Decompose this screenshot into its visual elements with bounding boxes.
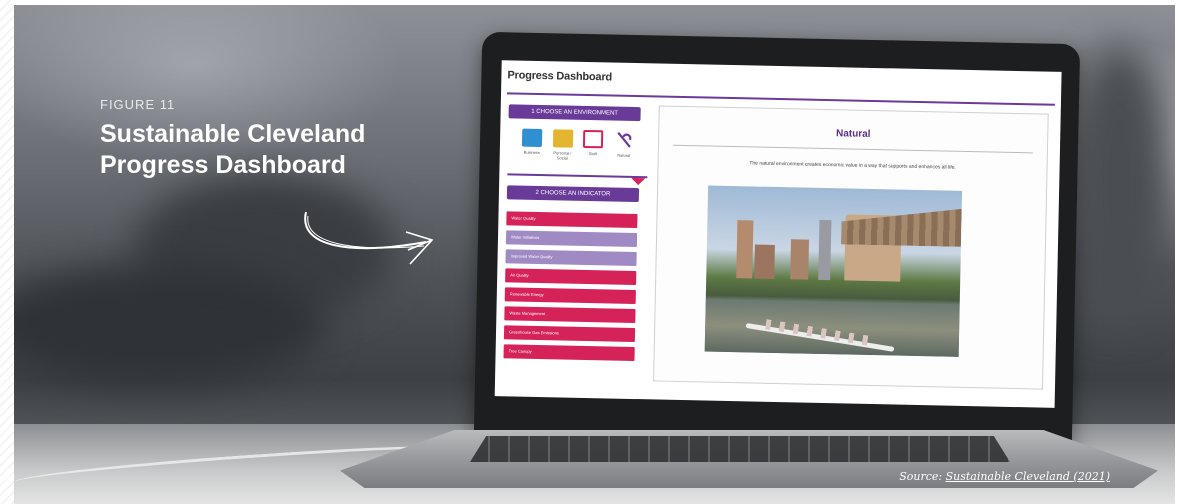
building-icon (583, 129, 604, 149)
cleveland-river-photo (704, 185, 963, 357)
step2-header: 2 CHOOSE AN INDICATOR (506, 185, 640, 203)
step1-header: 1 CHOOSE AN ENVIRONMENT (508, 104, 641, 122)
indicator-button[interactable]: Air Quality (505, 268, 637, 286)
app-title: Progress Dashboard (507, 69, 613, 84)
environment-label: Natural (617, 152, 631, 158)
indicator-button[interactable]: Tree Canopy (503, 344, 635, 362)
source-prefix: Source: (899, 470, 946, 483)
figure-label: FIGURE 11 (100, 97, 176, 112)
bridge (841, 206, 962, 247)
tower (818, 219, 832, 281)
panel-description: The natural environment creates economic… (749, 160, 956, 171)
indicator-button[interactable]: Improved Water Quality (505, 249, 637, 267)
environment-label: Built (589, 151, 598, 157)
header-rule (507, 92, 1055, 106)
source-credit: Source: Sustainable Cleveland (2021) (899, 470, 1110, 483)
blur-shape (14, 265, 324, 385)
blur-shape (1064, 45, 1174, 325)
environment-label: Business (523, 149, 540, 156)
detail-panel: Natural The natural environment creates … (653, 105, 1049, 390)
environment-personal-social[interactable]: Personal / Social (548, 129, 577, 161)
selection-column: 1 CHOOSE AN ENVIRONMENT Business Persona… (503, 104, 648, 366)
environment-natural[interactable]: Natural (610, 130, 639, 162)
panel-title: Natural (835, 128, 871, 140)
indicator-button[interactable]: Water Initiatives (505, 230, 638, 248)
indicator-button[interactable]: Waste Management (504, 306, 636, 324)
document-icon (552, 129, 573, 148)
indicator-button[interactable]: Water Quality (506, 211, 638, 229)
indicator-list: Water Quality Water Initiatives Improved… (503, 211, 646, 362)
environment-business[interactable]: Business (518, 128, 547, 161)
section-divider (507, 173, 648, 179)
panel-rule (672, 144, 1033, 154)
curved-arrow-icon (304, 211, 434, 265)
briefcase-icon (521, 128, 543, 148)
figure-title: Sustainable Cleveland Progress Dashboard (100, 120, 366, 179)
indicator-button[interactable]: Renewable Energy (504, 287, 636, 305)
tower (790, 239, 810, 280)
laptop-keyboard (470, 436, 1010, 462)
tower (736, 220, 754, 279)
source-link[interactable]: Sustainable Cleveland (2021) (946, 470, 1110, 483)
laptop-screen: Progress Dashboard 1 CHOOSE AN ENVIRONME… (494, 60, 1062, 408)
leaf-icon (617, 131, 632, 148)
environment-options: Business Personal / Social Built Natural (518, 128, 639, 163)
environment-built[interactable]: Built (579, 129, 608, 162)
laptop-lid: Progress Dashboard 1 CHOOSE AN ENVIRONME… (473, 31, 1081, 451)
indicator-button[interactable]: Greenhouse Gas Emissions (503, 325, 636, 343)
tower (754, 244, 775, 279)
page-edge-hatching (0, 0, 14, 504)
environment-label: Personal / Social (553, 150, 572, 161)
river (704, 299, 960, 357)
